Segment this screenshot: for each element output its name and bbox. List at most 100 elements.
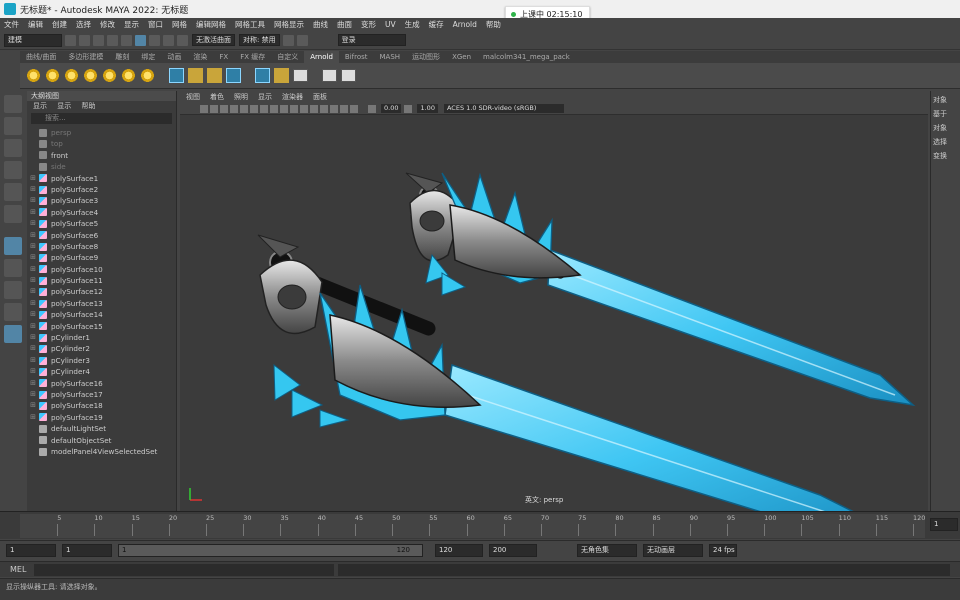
outliner-item[interactable]: ⊞ polySurface11 <box>27 275 176 286</box>
outliner-item[interactable]: ⊞ polySurface1 <box>27 173 176 184</box>
outliner-item[interactable]: ⊞ polySurface19 <box>27 412 176 423</box>
outliner-item[interactable]: defaultObjectSet <box>27 435 176 446</box>
outliner-item[interactable]: ⊞ pCylinder4 <box>27 366 176 377</box>
range-bar[interactable]: 1 120 <box>118 544 423 557</box>
snap-grid-icon[interactable] <box>149 34 160 46</box>
expand-icon[interactable]: ⊞ <box>27 230 39 241</box>
outliner-item[interactable]: ⊞ polySurface10 <box>27 264 176 275</box>
menu-item-8[interactable]: 编辑网格 <box>196 19 226 30</box>
gamma-icon[interactable] <box>404 104 413 113</box>
outliner-menu-show[interactable]: 显示 <box>57 102 71 110</box>
anim-layer-select[interactable]: 无动画层 <box>643 544 703 557</box>
expand-icon[interactable]: ⊞ <box>27 389 39 400</box>
paint-tool-icon[interactable] <box>4 139 22 157</box>
viewport-menu-0[interactable]: 视图 <box>186 93 200 101</box>
command-input[interactable] <box>34 563 334 576</box>
layout-outliner-icon[interactable] <box>4 325 22 343</box>
colorspace-select[interactable]: ACES 1.0 SDR-video (sRGB) <box>443 104 564 113</box>
resolution-gate-icon[interactable] <box>250 104 258 113</box>
menu-item-15[interactable]: 生成 <box>405 19 420 30</box>
scale-tool-icon[interactable] <box>4 205 22 223</box>
menu-item-1[interactable]: 编辑 <box>28 19 43 30</box>
shelf-tab-3[interactable]: 绑定 <box>135 51 161 63</box>
shelf-tab-6[interactable]: FX <box>213 51 234 63</box>
expand-icon[interactable]: ⊞ <box>27 355 39 366</box>
move-tool-icon[interactable] <box>4 161 22 179</box>
shader-icon[interactable] <box>207 68 222 83</box>
shadows-icon[interactable] <box>300 104 308 113</box>
rotate-tool-icon[interactable] <box>4 183 22 201</box>
outliner-item[interactable]: ⊞ polySurface13 <box>27 298 176 309</box>
time-ruler[interactable]: 5 10 15 20 25 30 35 40 45 50 55 60 65 70 75 80 85 90 95 100… <box>20 514 925 538</box>
menu-item-13[interactable]: 变形 <box>361 19 376 30</box>
camera-attr-icon[interactable] <box>210 104 218 113</box>
outliner-item[interactable]: ⊞ polySurface5 <box>27 218 176 229</box>
workspace-select[interactable]: 建模 <box>4 33 62 47</box>
texture-icon[interactable] <box>274 68 289 83</box>
live-surface-field[interactable]: 无激活曲面 <box>192 34 235 46</box>
expand-icon[interactable]: ⊞ <box>27 286 39 297</box>
shelf-tab-13[interactable]: XGen <box>446 51 477 63</box>
outliner-item[interactable]: ⊞ pCylinder1 <box>27 332 176 343</box>
expand-icon[interactable]: ⊞ <box>27 400 39 411</box>
grid-icon[interactable] <box>255 68 270 83</box>
expand-icon[interactable]: ⊞ <box>27 366 39 377</box>
expand-icon[interactable]: ⊞ <box>27 298 39 309</box>
light-icon[interactable] <box>26 68 41 83</box>
scene-end-field[interactable]: 200 <box>489 544 537 557</box>
shelf-tab-2[interactable]: 雕刻 <box>109 51 135 63</box>
redo-icon[interactable] <box>121 34 132 46</box>
lasso-tool-icon[interactable] <box>4 117 22 135</box>
menu-item-0[interactable]: 文件 <box>4 19 19 30</box>
cube-icon[interactable] <box>226 68 241 83</box>
expand-icon[interactable]: ⊞ <box>27 343 39 354</box>
render-icon[interactable] <box>282 34 294 46</box>
expand-icon[interactable]: ⊞ <box>27 264 39 275</box>
ao-icon[interactable] <box>310 104 318 113</box>
exposure-field[interactable]: 0.00 <box>381 104 402 113</box>
outliner-item[interactable]: defaultLightSet <box>27 423 176 434</box>
expand-icon[interactable]: ⊞ <box>27 321 39 332</box>
expand-icon[interactable]: ⊞ <box>27 412 39 423</box>
fps-select[interactable]: 24 fps <box>709 544 737 557</box>
exposure-icon[interactable] <box>368 104 376 113</box>
viewport-menu-4[interactable]: 渲染器 <box>282 93 303 101</box>
light-icon[interactable] <box>45 68 60 83</box>
outliner-item[interactable]: ⊞ polySurface17 <box>27 389 176 400</box>
expand-icon[interactable]: ⊞ <box>27 218 39 229</box>
outliner-menu-display[interactable]: 显示 <box>33 102 47 110</box>
viewport-menu-2[interactable]: 照明 <box>234 93 248 101</box>
expand-icon[interactable]: ⊞ <box>27 184 39 195</box>
playback-start-field[interactable]: 1 <box>62 544 112 557</box>
expand-icon[interactable]: ⊞ <box>27 207 39 218</box>
light-icon[interactable] <box>64 68 79 83</box>
viewport-menu-5[interactable]: 面板 <box>313 93 327 101</box>
menu-item-4[interactable]: 修改 <box>100 19 115 30</box>
ipr-icon[interactable] <box>296 34 308 46</box>
smooth-shade-icon[interactable] <box>270 104 278 113</box>
3d-scene[interactable]: 英文: persp <box>180 115 928 531</box>
outliner-item[interactable]: front <box>27 150 176 161</box>
outliner-item[interactable]: persp <box>27 127 176 138</box>
lights-icon[interactable] <box>290 104 298 113</box>
grid-toggle-icon[interactable] <box>230 104 238 113</box>
expand-icon[interactable]: ⊞ <box>27 378 39 389</box>
expand-icon[interactable]: ⊞ <box>27 252 39 263</box>
textured-icon[interactable] <box>280 104 288 113</box>
outliner-item[interactable]: top <box>27 138 176 149</box>
outliner-item[interactable]: ⊞ polySurface15 <box>27 321 176 332</box>
menu-item-11[interactable]: 曲线 <box>313 19 328 30</box>
light-icon[interactable] <box>102 68 117 83</box>
outliner-item[interactable]: ⊞ pCylinder2 <box>27 343 176 354</box>
menu-item-18[interactable]: 帮助 <box>486 19 501 30</box>
shelf-tab-12[interactable]: 运动图形 <box>406 51 446 63</box>
outliner-item[interactable]: modelPanel4ViewSelectedSet <box>27 446 176 457</box>
shelf-tab-5[interactable]: 渲染 <box>187 51 213 63</box>
menu-item-3[interactable]: 选择 <box>76 19 91 30</box>
outliner-item[interactable]: ⊞ polySurface16 <box>27 378 176 389</box>
gamma-field[interactable]: 1.00 <box>417 104 438 113</box>
outliner-item[interactable]: ⊞ pCylinder3 <box>27 355 176 366</box>
select-mode-icon[interactable] <box>135 34 146 46</box>
outliner-item[interactable]: ⊞ polySurface18 <box>27 400 176 411</box>
menu-item-17[interactable]: Arnold <box>453 20 477 29</box>
